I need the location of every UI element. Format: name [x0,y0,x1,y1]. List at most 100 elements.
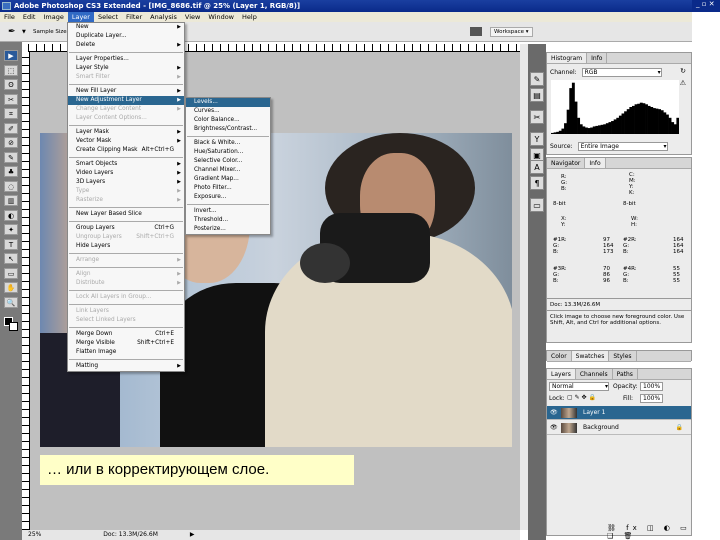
tool-button-2[interactable]: ʘ [4,79,18,90]
warning-icon[interactable]: ⚠ [680,79,686,87]
menu-item-hue-saturation[interactable]: Hue/Saturation... [186,148,270,157]
tool-button-7[interactable]: ✎ [4,151,18,163]
tab-info[interactable]: Info [585,158,606,168]
menu-item-posterize[interactable]: Posterize... [186,225,270,234]
menu-item-create-clipping-mask[interactable]: Create Clipping Mask Alt+Ctrl+G [68,146,184,155]
character-icon[interactable]: A [530,160,544,174]
menu-window[interactable]: Window [204,12,238,22]
tab-info-hist[interactable]: Info [587,53,608,63]
tab-navigator[interactable]: Navigator [547,158,586,168]
eyedropper-icon[interactable]: ✒ [8,27,16,37]
menu-item-select-linked-layers[interactable]: Select Linked Layers [68,316,184,325]
menu-item-gradient-map[interactable]: Gradient Map... [186,175,270,184]
menu-view[interactable]: View [181,12,204,22]
tool-button-14[interactable]: ↖ [4,253,18,264]
menu-item-lock-all-layers-in-group[interactable]: Lock All Layers in Group... [68,293,184,302]
workspace-dropdown[interactable]: Workspace ▾ [490,27,533,37]
eye-icon[interactable]: 👁 [550,421,558,435]
tab-channels[interactable]: Channels [576,369,613,379]
bridge-icon[interactable] [470,27,482,36]
tab-color[interactable]: Color [547,351,572,361]
opacity-field[interactable]: 100% [640,382,664,391]
tool-button-12[interactable]: ✦ [4,224,18,235]
menu-item-black-white[interactable]: Black & White... [186,139,270,148]
blend-mode-select[interactable]: Normal ▾ [549,382,609,391]
menu-item-new-fill-layer[interactable]: New Fill Layer ▶ [68,87,184,96]
menu-item-ungroup-layers[interactable]: Ungroup Layers Shift+Ctrl+G [68,233,184,242]
menu-item-smart-filter[interactable]: Smart Filter ▶ [68,73,184,82]
layer-comps-icon[interactable]: ▭ [530,198,544,212]
menu-item-selective-color[interactable]: Selective Color... [186,157,270,166]
clone-source-icon[interactable]: ✂ [530,110,544,124]
tool-button-11[interactable]: ◐ [4,209,18,221]
menu-item-new-layer-based-slice[interactable]: New Layer Based Slice [68,210,184,219]
brush-preset-icon[interactable]: ✎ [530,72,544,86]
menu-item-levels[interactable]: Levels... [186,98,270,107]
menu-item-curves[interactable]: Curves... [186,107,270,116]
menu-item-align[interactable]: Align ▶ [68,270,184,279]
menu-layer[interactable]: Layer [67,12,94,22]
menu-item-invert[interactable]: Invert... [186,207,270,216]
tab-styles[interactable]: Styles [609,351,637,361]
menu-item-change-layer-content[interactable]: Change Layer Content ▶ [68,105,184,114]
zoom-level[interactable]: 25% [28,531,41,538]
menu-image[interactable]: Image [39,12,67,22]
menu-item-delete[interactable]: Delete ▶ [68,41,184,50]
layer-footer-buttons[interactable]: ⛓ fx ◫ ◐ ▭ ❑ 🗑 [607,524,691,540]
menu-edit[interactable]: Edit [19,12,40,22]
tool-button-16[interactable]: ✋ [4,282,18,293]
menu-select[interactable]: Select [94,12,122,22]
tab-histogram[interactable]: Histogram [547,53,588,63]
tool-button-6[interactable]: ⊘ [4,137,18,148]
menu-item-smart-objects[interactable]: Smart Objects ▶ [68,160,184,169]
menu-item-merge-down[interactable]: Merge Down Ctrl+E [68,330,184,339]
menu-item-flatten-image[interactable]: Flatten Image [68,348,184,357]
menu-item-3d-layers[interactable]: 3D Layers ▶ [68,178,184,187]
menu-item-layer-content-options[interactable]: Layer Content Options... [68,114,184,123]
source-select[interactable]: Entire Image ▾ [577,142,668,151]
tool-button-9[interactable]: ◌ [4,180,18,192]
play-icon[interactable]: ▶ [190,531,195,538]
menu-item-merge-visible[interactable]: Merge Visible Shift+Ctrl+E [68,339,184,348]
tool-button-13[interactable]: T [4,238,18,250]
menu-item-group-layers[interactable]: Group Layers Ctrl+G [68,224,184,233]
channel-select[interactable]: RGB ▾ [581,68,662,77]
vertical-scrollbar[interactable] [520,44,528,530]
actions-icon[interactable]: Y [530,132,544,146]
tool-button-4[interactable]: ⌗ [4,108,18,119]
menu-item-brightness-contrast[interactable]: Brightness/Contrast... [186,125,270,134]
tool-button-15[interactable]: ▭ [4,267,18,279]
eye-icon[interactable]: 👁 [550,406,558,420]
menu-item-exposure[interactable]: Exposure... [186,193,270,202]
menu-file[interactable]: File [0,12,19,22]
paragraph-icon[interactable]: ¶ [530,176,544,190]
tool-button-5[interactable]: ✐ [4,122,18,134]
tool-preset-icon[interactable]: ▤ [530,88,544,102]
fill-field[interactable]: 100% [640,394,664,403]
layer-row[interactable]: 👁 Background 🔒 [547,421,691,435]
tab-layers[interactable]: Layers [547,369,576,379]
tab-swatches[interactable]: Swatches [571,351,610,361]
tool-button-8[interactable]: ♣ [4,166,18,177]
menu-item-new-adjustment-layer[interactable]: New Adjustment Layer ▶ [68,96,184,105]
tool-button-17[interactable]: 🔍 [4,296,18,308]
menu-item-new[interactable]: New ▶ [68,23,184,32]
menu-item-photo-filter[interactable]: Photo Filter... [186,184,270,193]
lock-icons[interactable]: ▢ ✎ ✥ 🔒 [567,394,596,401]
window-controls[interactable]: _ ▫ ✕ [692,0,720,12]
menu-item-layer-style[interactable]: Layer Style ▶ [68,64,184,73]
menu-item-hide-layers[interactable]: Hide Layers [68,242,184,251]
menu-item-matting[interactable]: Matting ▶ [68,362,184,371]
menu-filter[interactable]: Filter [122,12,146,22]
tool-button-10[interactable]: ▥ [4,195,18,206]
tool-button-3[interactable]: ✂ [4,93,18,105]
menu-item-channel-mixer[interactable]: Channel Mixer... [186,166,270,175]
menu-analysis[interactable]: Analysis [146,12,181,22]
menu-item-layer-properties[interactable]: Layer Properties... [68,55,184,64]
tool-button-0[interactable]: ▶ [4,50,18,61]
menu-item-duplicate-layer[interactable]: Duplicate Layer... [68,32,184,41]
menu-item-color-balance[interactable]: Color Balance... [186,116,270,125]
menu-item-layer-mask[interactable]: Layer Mask ▶ [68,128,184,137]
tab-paths[interactable]: Paths [613,369,638,379]
menu-item-threshold[interactable]: Threshold... [186,216,270,225]
